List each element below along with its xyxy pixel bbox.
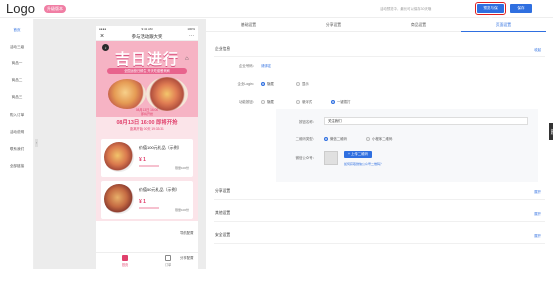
sidebar-item-activity[interactable]: 活动三级 <box>0 45 34 50</box>
home-icon <box>122 255 128 261</box>
product-price: ¥ 1 <box>139 199 146 205</box>
sidebar-item-contact[interactable]: 联系我们 <box>0 147 34 152</box>
section-business-toggle[interactable]: 收起 <box>534 47 541 52</box>
func-call-radio[interactable]: 一键拨打 <box>331 99 351 104</box>
sidebar-item-all-links[interactable]: 全部链接 <box>0 164 34 169</box>
upload-qr-button[interactable]: + 上传二维码 <box>344 151 372 158</box>
section-other-title: 其他设置 <box>215 211 231 215</box>
tab-orders[interactable]: 订单 <box>158 255 178 267</box>
divider <box>214 199 545 200</box>
section-share-title: 分享设置 <box>215 189 231 193</box>
divider <box>214 56 545 57</box>
banner-title: 吉日进行 <box>114 51 179 68</box>
wechat-bind-link[interactable]: 请绑定 <box>261 63 271 68</box>
sidebar-item-product3[interactable]: 商品三 <box>0 95 34 100</box>
qr-miniprogram-radio[interactable]: 小程序二维码 <box>366 136 392 141</box>
qr-placeholder-image <box>324 151 338 165</box>
wechat-label: 企业号码： <box>239 64 256 68</box>
product-stock: 限量100份 <box>174 208 189 212</box>
nav-config-button[interactable]: 导航配置 <box>180 230 194 235</box>
sidebar-item-home[interactable]: 首页 <box>0 28 34 33</box>
banner[interactable]: ♪ 吉日进行 全国运营日鲜生 开天吃套餐来刷 08月13日 16:00 即将开抢 <box>96 41 198 117</box>
tab-product[interactable]: 商品设置 <box>376 19 461 32</box>
banner-time: 08月13日 16:00 即将开抢 <box>135 108 159 116</box>
section-business-title: 企业信息 <box>215 47 231 51</box>
sidebar-item-product1[interactable]: 商品一 <box>0 61 34 66</box>
more-icon[interactable]: ··· <box>189 32 194 41</box>
section-other-toggle[interactable]: 展开 <box>534 211 541 216</box>
top-hint: 活动预览中，最长可以保存30天哦 <box>380 7 432 11</box>
product-price: ¥ 1 <box>139 157 146 163</box>
product-section: 08月13日 16:00 即将开抢 距离开始 00天 19:33:31 价值10… <box>96 117 198 221</box>
countdown-timer: 距离开始 00天 19:33:31 <box>130 127 164 131</box>
divider <box>214 221 545 222</box>
logo: Logo <box>6 1 35 16</box>
sidebar-item-orders[interactable]: 购入订单 <box>0 113 34 118</box>
top-bar: Logo 升级版本 活动预览中，最长可以保存30天哦 预览与保存 保存 <box>0 0 553 19</box>
section-share-toggle[interactable]: 展开 <box>534 189 541 194</box>
progress-bar <box>139 165 159 167</box>
shirt-icon[interactable]: ⌂ <box>185 56 189 62</box>
share-config-button[interactable]: 分享配置 <box>180 255 194 260</box>
save-button[interactable]: 保存 <box>510 4 532 13</box>
product-name: 价值50元礼品（示例） <box>139 187 180 192</box>
product-card[interactable]: 价值100元礼品（示例） ¥ 1 限量100份 <box>101 139 193 177</box>
func-hide-radio[interactable]: 隐藏 <box>261 99 274 104</box>
phone-navbar: × 参与活动跟大奖 ··· <box>96 32 198 41</box>
button-name-label: 按钮名称： <box>299 120 316 124</box>
func-button-config: 按钮名称： 关注我们 二维码类型： 微信二维码 小程序二维码 微信公众号： + … <box>276 109 538 182</box>
settings-panel: 基础设置 分享设置 商品设置 页面设置 企业信息 收起 企业号码： 请绑定 企业… <box>206 19 553 269</box>
divider <box>214 243 545 244</box>
countdown-title: 08月13日 16:00 即将开抢 <box>116 120 178 126</box>
tab-share[interactable]: 分享设置 <box>291 19 376 32</box>
version-badge[interactable]: 升级版本 <box>44 5 66 13</box>
food-image <box>146 77 188 111</box>
login-show-radio[interactable]: 显示 <box>296 81 309 86</box>
banner-subtitle: 全国运营日鲜生 开天吃套餐来刷 <box>107 68 187 74</box>
orders-icon <box>165 255 171 261</box>
tab-home[interactable]: 首页 <box>115 255 135 267</box>
login-label: 企业Login： <box>237 82 256 86</box>
tab-basic[interactable]: 基础设置 <box>206 19 291 32</box>
product-card[interactable]: 价值50元礼品（示例） ¥ 1 限量100份 <box>101 181 193 219</box>
qr-help-link[interactable]: 如何获取微信公众号二维码？ <box>344 162 383 166</box>
preview-save-button[interactable]: 预览与保存 <box>475 2 506 19</box>
sidebar-item-product2[interactable]: 商品二 <box>0 78 34 83</box>
help-tab[interactable]: 帮助 <box>549 123 553 140</box>
product-image <box>104 184 134 214</box>
func-float-radio[interactable]: 悬浮式 <box>296 99 312 104</box>
qr-wechat-radio[interactable]: 微信二维码 <box>324 136 347 141</box>
tab-page[interactable]: 页面设置 <box>461 19 546 32</box>
collapse-handle-icon[interactable]: ‹ <box>35 139 38 147</box>
qr-upload-label: 微信公众号： <box>295 156 316 160</box>
phone-title: 参与活动跟大奖 <box>131 34 163 39</box>
section-security-title: 安全设置 <box>215 233 231 237</box>
product-name: 价值100元礼品（示例） <box>139 145 182 150</box>
sidebar-item-description[interactable]: 活动说明 <box>0 130 34 135</box>
food-image <box>108 79 146 109</box>
qr-type-label: 二维码类型： <box>295 137 316 141</box>
preview-canvas: ‹ ●●●● 9:41 AM 100% × 参与活动跟大奖 ··· ♪ 吉日进行… <box>34 19 206 288</box>
settings-tabs: 基础设置 分享设置 商品设置 页面设置 <box>206 19 546 32</box>
product-image <box>104 142 134 172</box>
login-hide-radio[interactable]: 隐藏 <box>261 81 274 86</box>
progress-bar <box>139 207 159 209</box>
button-name-input[interactable]: 关注我们 <box>324 117 528 125</box>
sidebar: 首页 活动三级 商品一 商品二 商品三 购入订单 活动说明 联系我们 全部链接 <box>0 19 34 269</box>
func-label: 功能按钮： <box>239 100 256 104</box>
product-stock: 限量100份 <box>174 166 189 170</box>
section-security-toggle[interactable]: 展开 <box>534 233 541 238</box>
phone-preview: ●●●● 9:41 AM 100% × 参与活动跟大奖 ··· ♪ 吉日进行 全… <box>96 26 198 288</box>
